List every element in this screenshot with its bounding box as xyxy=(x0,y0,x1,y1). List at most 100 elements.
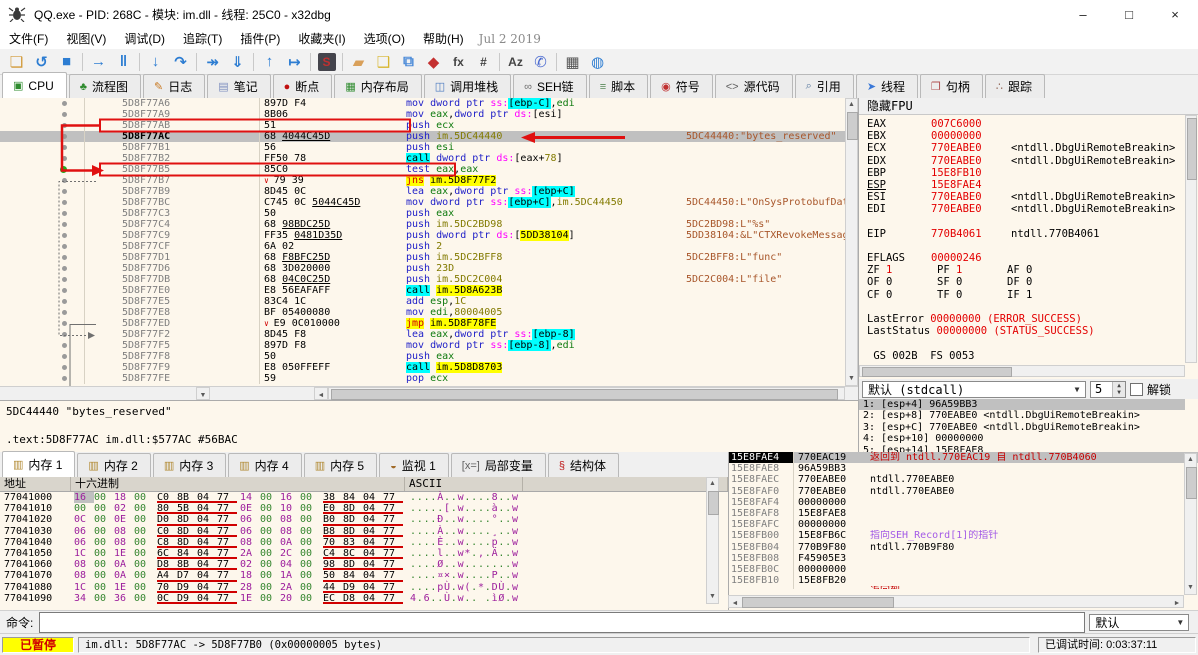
open-file-button[interactable]: ❏ xyxy=(4,51,29,73)
stack-row[interactable]: 15E8FAEC 770EABE0 ntdll.770EABE0 xyxy=(729,474,1198,486)
argument-row[interactable]: 5: [esp+14] 15E8FAE8 xyxy=(859,445,1185,452)
row-dot[interactable] xyxy=(62,255,67,260)
menu-文件[interactable]: 文件(F) xyxy=(0,28,57,49)
pause-button[interactable]: ‖ xyxy=(111,51,136,73)
disasm-row[interactable]: 5D8F77B1 56 push esi xyxy=(0,142,858,153)
disasm-row[interactable]: 5D8F77F5 897D F8 mov dword ptr ss:[ebp-8],… xyxy=(0,340,858,351)
script-s-button[interactable]: S xyxy=(314,51,339,73)
calling-convention-select[interactable]: 默认 (stdcall) ▼ xyxy=(862,380,1086,398)
minimize-button[interactable]: – xyxy=(1060,0,1106,28)
stack-row[interactable]: 15E8FB08 F45905E3 xyxy=(729,552,1198,564)
menu-插件[interactable]: 插件(P) xyxy=(231,28,289,49)
step-out-button[interactable]: ↑ xyxy=(257,51,282,73)
memory-row[interactable]: 77041080 1C 00 1E 00 70 D9 04 77 28 00 2A 00 44 D9 04 77… xyxy=(0,582,728,593)
stack-row[interactable]: 15E8FAE8 96A59BB3 xyxy=(729,463,1198,475)
menu-视图[interactable]: 视图(V) xyxy=(57,28,115,49)
registers-vscrollbar[interactable] xyxy=(1185,115,1197,363)
log-device-button[interactable]: ✆ xyxy=(528,51,553,73)
row-dot[interactable] xyxy=(62,288,67,293)
tab-句柄[interactable]: ❒ 句柄 xyxy=(920,74,983,98)
tab-日志[interactable]: ✎ 日志 xyxy=(142,74,206,98)
arg-count-stepper[interactable]: 5 ▲ ▼ xyxy=(1090,380,1126,398)
tab-内存 1[interactable]: ▥ 内存 1 xyxy=(2,451,76,477)
disasm-row[interactable]: 5D8F77AB 51 push ecx xyxy=(0,120,858,131)
argument-row[interactable]: 2: [esp+8] 770EABE0 <ntdll.DbgUiRemoteBr… xyxy=(859,410,1185,421)
disasm-row[interactable]: 5D8F77FE 59 pop ecx xyxy=(0,373,858,384)
memory-vscrollbar[interactable]: ▲ ▼ xyxy=(706,477,719,604)
tab-监视 1[interactable]: ◒ 监视 1 xyxy=(379,453,449,477)
disasm-row[interactable]: 5D8F77BC C745 0C 5044C45D mov dword ptr ss… xyxy=(0,197,858,208)
stack-hscrollbar[interactable]: ◄ ► xyxy=(728,595,1184,608)
disasm-row[interactable]: 5D8F77C3 50 push eax xyxy=(0,208,858,219)
hscroll-left-button[interactable]: ◄ xyxy=(314,387,328,400)
scroll-right-icon[interactable]: ► xyxy=(1171,598,1183,610)
argument-row[interactable]: 3: [esp+C] 770EABE0 <ntdll.DbgUiRemoteBr… xyxy=(859,422,1185,433)
close-button[interactable]: × xyxy=(1152,0,1198,28)
memory-row[interactable]: 77041000 16 00 18 00 C0 8B 04 77 14 00 16 00 38 84 04 77… xyxy=(0,492,728,504)
breakpoint-dot[interactable] xyxy=(60,166,67,173)
disasm-row[interactable]: 5D8F77D6 68 3D020000 push 23D xyxy=(0,263,858,274)
stack-vscrollbar[interactable]: ▲ ▼ xyxy=(1184,453,1197,595)
unlock-checkbox[interactable] xyxy=(1130,382,1143,396)
tab-符号[interactable]: ◉ 符号 xyxy=(650,74,713,98)
tab-内存 3[interactable]: ▥ 内存 3 xyxy=(152,453,227,477)
step-into-button[interactable]: ↓ xyxy=(143,51,168,73)
stack-row[interactable]: 15E8FB04 770B9F80 ntdll.770B9F80 xyxy=(729,541,1198,553)
row-dot[interactable] xyxy=(62,277,67,282)
row-dot[interactable] xyxy=(62,266,67,271)
tab-调用堆栈[interactable]: ◫ 调用堆栈 xyxy=(423,74,512,98)
disasm-row[interactable]: 5D8F77ED ∨ E9 0C010000 jmp im.5D8F78FE xyxy=(0,318,858,329)
row-dot[interactable] xyxy=(62,365,67,370)
memory-row[interactable]: 77041020 0C 00 0E 00 D0 8D 04 77 06 00 08 00 B0 8D 04 77… xyxy=(0,514,728,526)
row-dot[interactable] xyxy=(62,244,67,249)
disasm-row[interactable]: 5D8F77A6 897D F4 mov dword ptr ss:[ebp-C],… xyxy=(0,98,858,109)
disasm-hscrollbar-strip[interactable]: ▼ ◄ xyxy=(0,386,858,401)
label-button[interactable]: ⧉ xyxy=(396,51,421,73)
run-to-cursor-button[interactable]: ↠ xyxy=(200,51,225,73)
patch-button[interactable]: ▰ xyxy=(346,51,371,73)
highlight-button[interactable]: Az xyxy=(503,51,528,73)
row-dot[interactable] xyxy=(62,211,67,216)
row-dot[interactable] xyxy=(62,222,67,227)
tab-线程[interactable]: ➤ 线程 xyxy=(855,74,919,98)
scroll-left-icon[interactable]: ◄ xyxy=(729,598,741,610)
row-dot[interactable] xyxy=(62,343,67,348)
menu-帮助[interactable]: 帮助(H) xyxy=(414,28,473,49)
stack-row[interactable]: 15E8FAF8 15E8FAE8 xyxy=(729,507,1198,520)
row-dot[interactable] xyxy=(62,233,67,238)
registers-hscrollbar[interactable] xyxy=(859,365,1185,377)
stack-row[interactable]: 15E8FAF4 00000000 xyxy=(729,496,1198,508)
stop-button[interactable]: ■ xyxy=(54,51,79,73)
spin-down-icon[interactable]: ▼ xyxy=(1113,389,1125,397)
disasm-row[interactable]: 5D8F77F2 8D45 F8 lea eax,dword ptr ss:[ebp… xyxy=(0,329,858,340)
tab-源代码[interactable]: <> 源代码 xyxy=(714,74,793,98)
scroll-down-icon[interactable]: ▼ xyxy=(1185,582,1196,594)
disasm-row[interactable]: 5D8F77D1 68 F8BFC25D push im.5DC2BFF8 5DC2B… xyxy=(0,252,858,263)
row-dot[interactable] xyxy=(62,178,67,183)
command-input[interactable] xyxy=(39,612,1086,633)
menu-收藏夹[interactable]: 收藏夹(I) xyxy=(289,28,354,49)
tab-笔记[interactable]: ▤ 笔记 xyxy=(207,74,271,98)
disasm-hscrollbar[interactable] xyxy=(328,387,845,400)
disasm-row[interactable]: 5D8F77E5 83C4 1C add esp,1C xyxy=(0,296,858,307)
memory-row[interactable]: 77041050 1C 00 1E 00 6C 84 04 77 2A 00 2C 00 C4 8C 04 77… xyxy=(0,548,728,560)
disasm-row[interactable]: 5D8F77A9 8B06 mov eax,dword ptr ds:[esi] xyxy=(0,109,858,120)
stack-row[interactable]: 15E8FB00 15E8FB6C 指向SEH_Record[1]的指针 xyxy=(729,530,1198,542)
memory-row[interactable]: 77041070 08 00 0A 00 A4 D7 04 77 18 00 1A 00 50 84 04 77… xyxy=(0,570,728,582)
menu-选项[interactable]: 选项(O) xyxy=(355,28,414,49)
tab-内存 5[interactable]: ▥ 内存 5 xyxy=(303,453,378,477)
disasm-row[interactable]: 5D8F77F8 50 push eax xyxy=(0,351,858,362)
bookmark-button[interactable]: ◆ xyxy=(421,51,446,73)
disasm-row[interactable]: 5D8F77F9 E8 050FFEFF call im.5D8D8703 xyxy=(0,362,858,373)
disasm-row[interactable]: 5D8F77DB 68 04C0C25D push im.5DC2C004 5DC2C… xyxy=(0,274,858,285)
memory-row[interactable]: 77041030 06 00 08 00 C0 8D 04 77 06 00 08 00 B8 8D 04 77… xyxy=(0,526,728,537)
stack-row[interactable]: 15E8FAE4 770EAC19 返回到 ntdll.770EAC19 自 ntd… xyxy=(729,452,1198,464)
scroll-down-icon[interactable]: ▼ xyxy=(707,591,718,603)
calculator-button[interactable]: ▦ xyxy=(560,51,585,73)
disasm-row[interactable]: 5D8F77C4 68 98BDC25D push im.5DC2BD98 5DC2B… xyxy=(0,219,858,230)
disasm-vscrollbar[interactable]: ▲ ▼ xyxy=(845,98,858,386)
stack-row[interactable]: 15E8FB10 15E8FB20 xyxy=(729,575,1198,587)
row-dot[interactable] xyxy=(62,134,67,139)
tab-内存 2[interactable]: ▥ 内存 2 xyxy=(77,453,151,477)
disasm-row[interactable]: 5D8F77C9 FF35 0481D35D push dword ptr ds:[… xyxy=(0,230,858,241)
